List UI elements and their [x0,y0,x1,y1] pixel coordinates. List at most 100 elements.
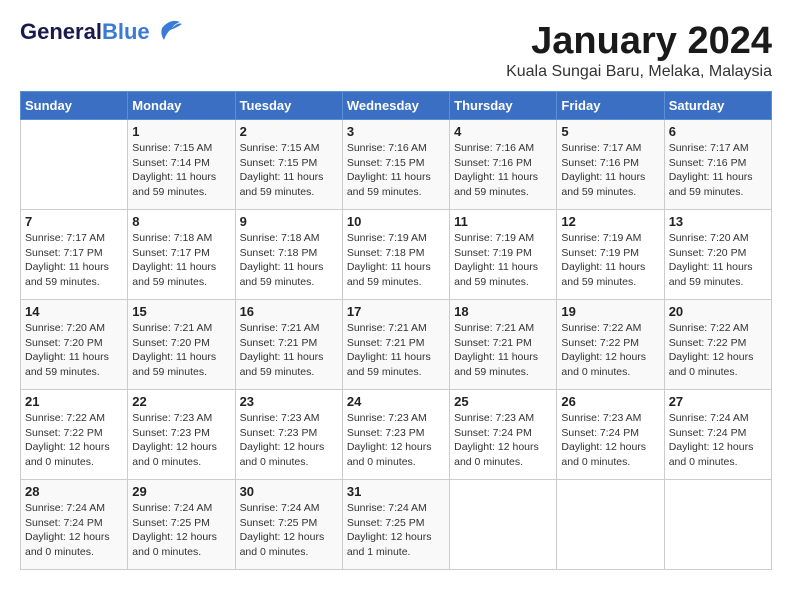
month-title: January 2024 [506,20,772,63]
calendar-cell: 19 Sunrise: 7:22 AMSunset: 7:22 PMDayligh… [557,300,664,390]
day-number: 3 [347,124,445,139]
day-number: 9 [240,214,338,229]
day-number: 13 [669,214,767,229]
col-header-sunday: Sunday [21,92,128,120]
day-number: 20 [669,304,767,319]
calendar-cell: 17 Sunrise: 7:21 AMSunset: 7:21 PMDayligh… [342,300,449,390]
day-info: Sunrise: 7:20 AMSunset: 7:20 PMDaylight:… [25,321,123,380]
day-number: 30 [240,484,338,499]
calendar-cell: 7Sunrise: 7:17 AMSunset: 7:17 PMDaylight… [21,210,128,300]
day-info: Sunrise: 7:23 AMSunset: 7:23 PMDaylight:… [132,411,230,470]
day-number: 25 [454,394,552,409]
day-number: 17 [347,304,445,319]
week-row-1: 1 Sunrise: 7:15 AMSunset: 7:14 PMDaylight… [21,120,772,210]
calendar-cell: 8 Sunrise: 7:18 AMSunset: 7:17 PMDaylight… [128,210,235,300]
day-info: Sunrise: 7:19 AMSunset: 7:19 PMDaylight:… [561,231,659,290]
col-header-thursday: Thursday [450,92,557,120]
location-text: Kuala Sungai Baru, Melaka, Malaysia [506,63,772,81]
calendar-cell: 16 Sunrise: 7:21 AMSunset: 7:21 PMDayligh… [235,300,342,390]
week-row-3: 14Sunrise: 7:20 AMSunset: 7:20 PMDayligh… [21,300,772,390]
day-info: Sunrise: 7:17 AMSunset: 7:17 PMDaylight:… [25,231,123,290]
day-info: Sunrise: 7:24 AMSunset: 7:25 PMDaylight:… [132,501,230,560]
calendar-cell: 3 Sunrise: 7:16 AMSunset: 7:15 PMDaylight… [342,120,449,210]
logo-bird-icon [152,14,184,42]
calendar-cell: 15Sunrise: 7:21 AMSunset: 7:20 PMDayligh… [128,300,235,390]
day-info: Sunrise: 7:18 AMSunset: 7:17 PMDaylight:… [132,231,230,290]
day-number: 19 [561,304,659,319]
day-number: 21 [25,394,123,409]
calendar-cell: 27 Sunrise: 7:24 AMSunset: 7:24 PMDayligh… [664,390,771,480]
day-number: 24 [347,394,445,409]
day-info: Sunrise: 7:21 AMSunset: 7:21 PMDaylight:… [240,321,338,380]
calendar-cell: 28 Sunrise: 7:24 AMSunset: 7:24 PMDayligh… [21,480,128,570]
calendar-cell: 2Sunrise: 7:15 AMSunset: 7:15 PMDaylight… [235,120,342,210]
calendar-cell: 13 Sunrise: 7:20 AMSunset: 7:20 PMDayligh… [664,210,771,300]
day-info: Sunrise: 7:23 AMSunset: 7:24 PMDaylight:… [454,411,552,470]
logo-general: GeneralBlue [20,20,150,44]
calendar-cell [21,120,128,210]
day-number: 5 [561,124,659,139]
day-number: 2 [240,124,338,139]
day-info: Sunrise: 7:23 AMSunset: 7:23 PMDaylight:… [347,411,445,470]
day-number: 16 [240,304,338,319]
day-info: Sunrise: 7:22 AMSunset: 7:22 PMDaylight:… [25,411,123,470]
col-header-wednesday: Wednesday [342,92,449,120]
calendar-cell [450,480,557,570]
calendar-cell: 12 Sunrise: 7:19 AMSunset: 7:19 PMDayligh… [557,210,664,300]
day-info: Sunrise: 7:21 AMSunset: 7:20 PMDaylight:… [132,321,230,380]
logo-blue-text: Blue [102,19,150,44]
calendar-cell: 5 Sunrise: 7:17 AMSunset: 7:16 PMDaylight… [557,120,664,210]
day-number: 12 [561,214,659,229]
col-header-friday: Friday [557,92,664,120]
day-info: Sunrise: 7:24 AMSunset: 7:25 PMDaylight:… [240,501,338,560]
day-number: 26 [561,394,659,409]
logo: GeneralBlue [20,20,184,44]
title-block: January 2024 Kuala Sungai Baru, Melaka, … [506,20,772,81]
day-info: Sunrise: 7:21 AMSunset: 7:21 PMDaylight:… [347,321,445,380]
day-info: Sunrise: 7:22 AMSunset: 7:22 PMDaylight:… [669,321,767,380]
calendar-cell: 29 Sunrise: 7:24 AMSunset: 7:25 PMDayligh… [128,480,235,570]
day-number: 8 [132,214,230,229]
page-header: GeneralBlue January 2024 Kuala Sungai Ba… [20,20,772,81]
day-number: 4 [454,124,552,139]
calendar-cell: 4Sunrise: 7:16 AMSunset: 7:16 PMDaylight… [450,120,557,210]
calendar-cell: 10Sunrise: 7:19 AMSunset: 7:18 PMDayligh… [342,210,449,300]
col-header-saturday: Saturday [664,92,771,120]
day-number: 29 [132,484,230,499]
calendar-cell [557,480,664,570]
day-info: Sunrise: 7:23 AMSunset: 7:24 PMDaylight:… [561,411,659,470]
day-info: Sunrise: 7:15 AMSunset: 7:14 PMDaylight:… [132,141,230,200]
day-number: 18 [454,304,552,319]
day-number: 28 [25,484,123,499]
day-info: Sunrise: 7:19 AMSunset: 7:19 PMDaylight:… [454,231,552,290]
day-info: Sunrise: 7:24 AMSunset: 7:24 PMDaylight:… [25,501,123,560]
col-header-tuesday: Tuesday [235,92,342,120]
day-info: Sunrise: 7:24 AMSunset: 7:24 PMDaylight:… [669,411,767,470]
week-row-2: 7Sunrise: 7:17 AMSunset: 7:17 PMDaylight… [21,210,772,300]
calendar-cell: 25 Sunrise: 7:23 AMSunset: 7:24 PMDayligh… [450,390,557,480]
logo-general-text: General [20,19,102,44]
calendar-cell: 18 Sunrise: 7:21 AMSunset: 7:21 PMDayligh… [450,300,557,390]
calendar-cell: 20 Sunrise: 7:22 AMSunset: 7:22 PMDayligh… [664,300,771,390]
calendar-cell: 30 Sunrise: 7:24 AMSunset: 7:25 PMDayligh… [235,480,342,570]
day-number: 22 [132,394,230,409]
day-number: 27 [669,394,767,409]
day-info: Sunrise: 7:16 AMSunset: 7:15 PMDaylight:… [347,141,445,200]
day-info: Sunrise: 7:21 AMSunset: 7:21 PMDaylight:… [454,321,552,380]
day-info: Sunrise: 7:17 AMSunset: 7:16 PMDaylight:… [561,141,659,200]
day-info: Sunrise: 7:19 AMSunset: 7:18 PMDaylight:… [347,231,445,290]
week-row-5: 28 Sunrise: 7:24 AMSunset: 7:24 PMDayligh… [21,480,772,570]
day-info: Sunrise: 7:17 AMSunset: 7:16 PMDaylight:… [669,141,767,200]
day-number: 11 [454,214,552,229]
calendar-cell [664,480,771,570]
col-header-monday: Monday [128,92,235,120]
day-info: Sunrise: 7:20 AMSunset: 7:20 PMDaylight:… [669,231,767,290]
header-row: SundayMondayTuesdayWednesdayThursdayFrid… [21,92,772,120]
week-row-4: 21 Sunrise: 7:22 AMSunset: 7:22 PMDayligh… [21,390,772,480]
day-number: 1 [132,124,230,139]
day-info: Sunrise: 7:24 AMSunset: 7:25 PMDaylight:… [347,501,445,560]
calendar-cell: 22 Sunrise: 7:23 AMSunset: 7:23 PMDayligh… [128,390,235,480]
calendar-cell: 24 Sunrise: 7:23 AMSunset: 7:23 PMDayligh… [342,390,449,480]
day-number: 31 [347,484,445,499]
day-info: Sunrise: 7:22 AMSunset: 7:22 PMDaylight:… [561,321,659,380]
